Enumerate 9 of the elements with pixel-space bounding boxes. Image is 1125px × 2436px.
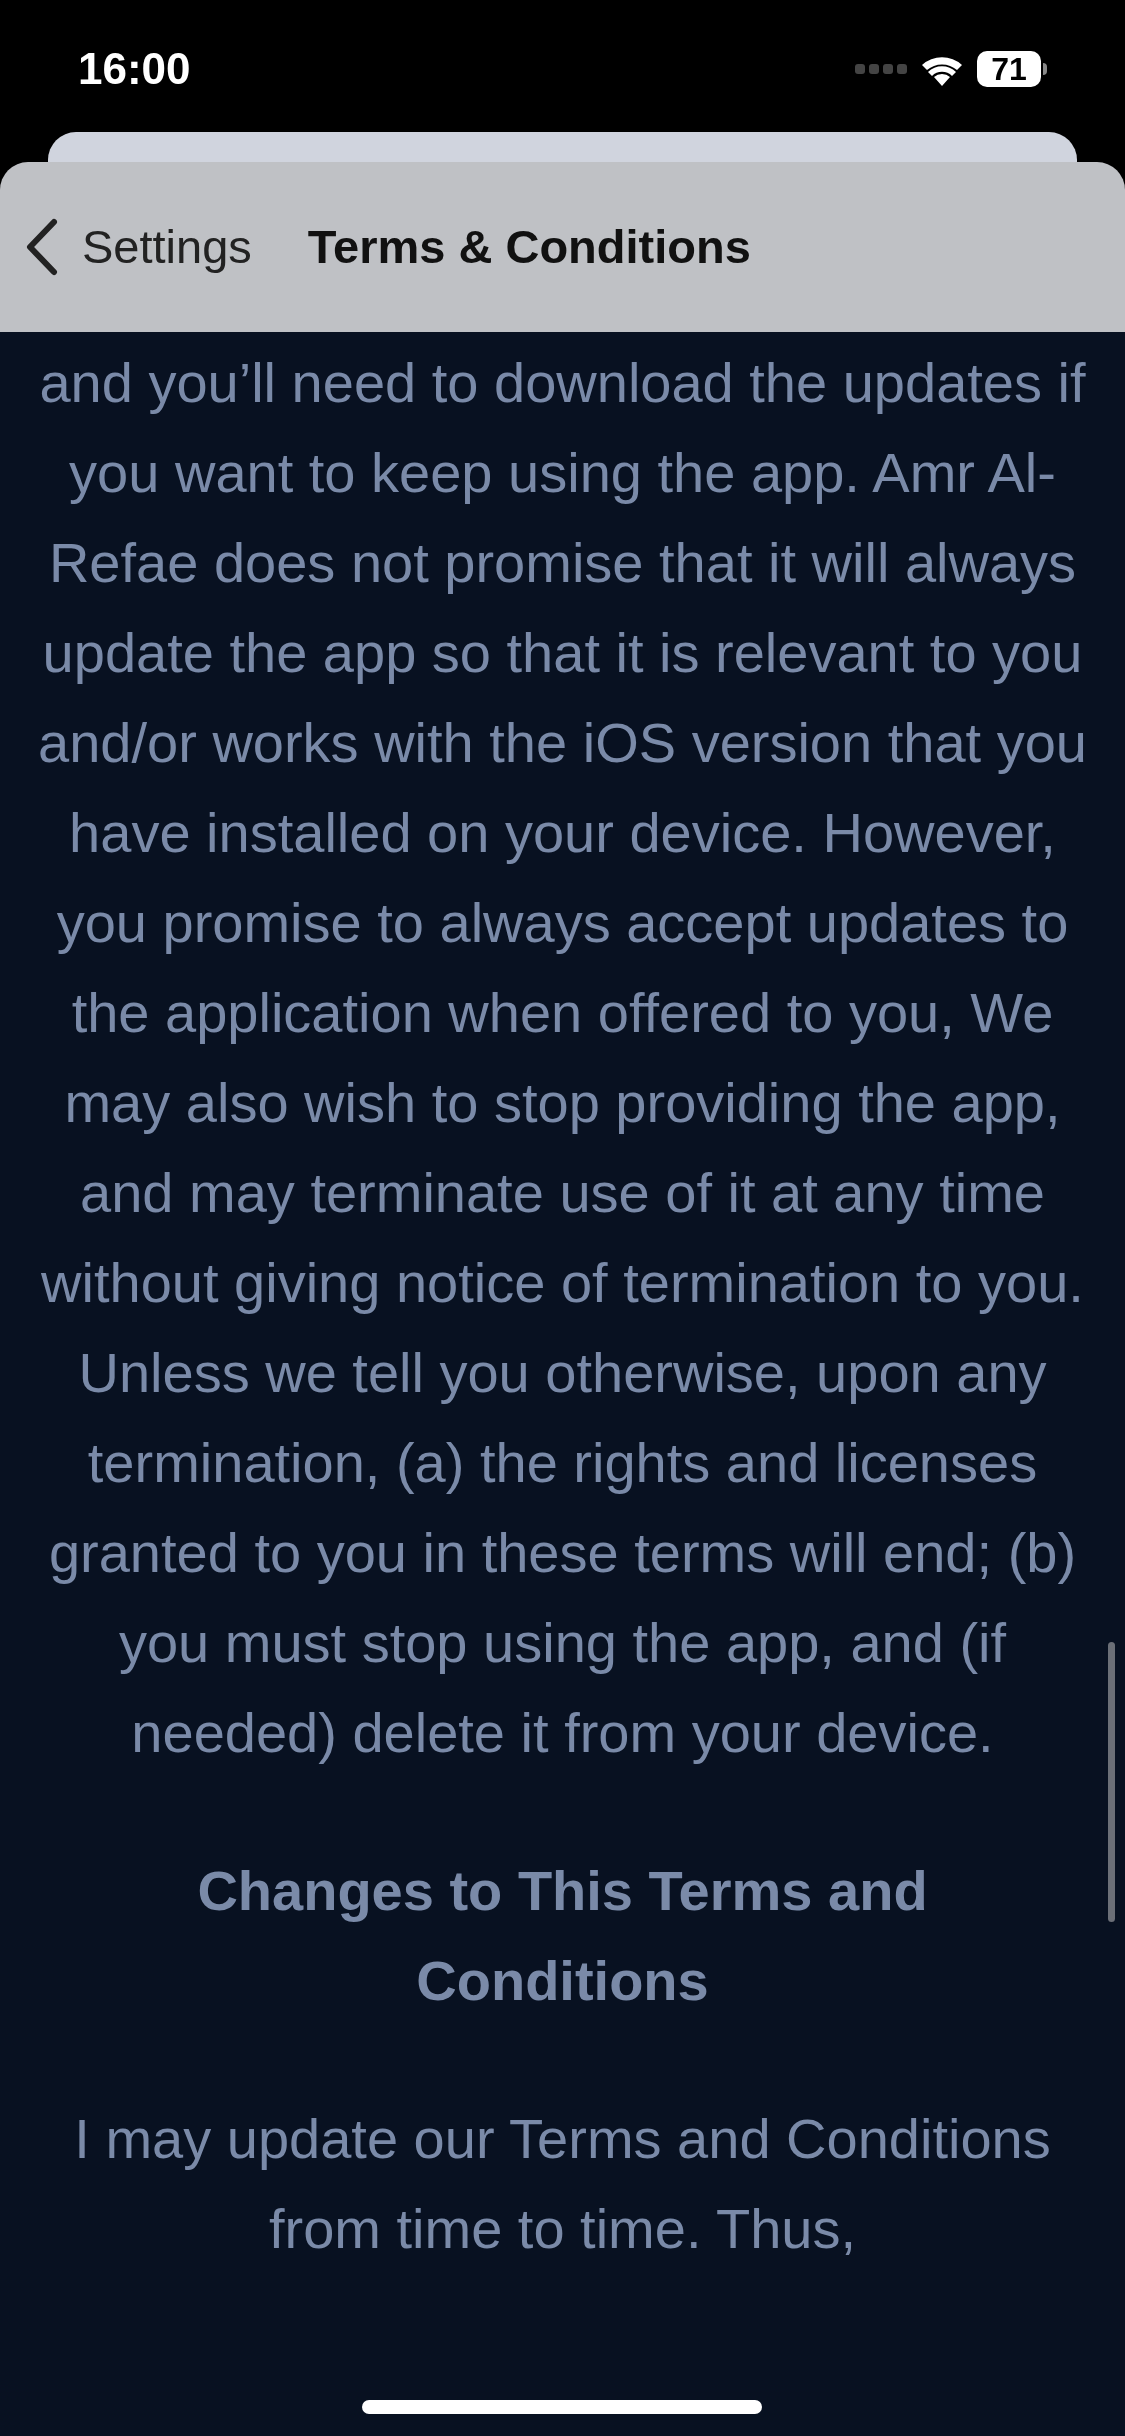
paragraph: and you’ll need to download the updates if you want to keep using the app. Amr Al-Refae does not promise that it will always update the app so that it is relevant to you and/or works with the iOS version that you have installed on your device. However, you promise to always accept updates to the application when offered to you, We may also wish to stop providing the app, and may terminate use of it at any time without giving notice of termination to you. Unless we tell you otherwise, upon any termination, (a) the rights and licenses granted to you in these terms will end; (b) you must stop using the app, and (if needed) delete it from your device. — [37, 350, 1088, 1766]
paragraph: I may update our Terms and Conditions from time to time. Thus, — [73, 2106, 1052, 2262]
chevron-left-icon — [24, 218, 60, 276]
section-heading: Changes to This Terms and Conditions — [196, 1858, 929, 2014]
back-button[interactable]: Settings — [24, 211, 252, 283]
status-time: 16:00 — [78, 43, 191, 95]
battery-indicator: 71 — [977, 51, 1047, 87]
screen-title: Terms & Conditions — [307, 218, 751, 275]
signal-icon — [855, 63, 907, 75]
